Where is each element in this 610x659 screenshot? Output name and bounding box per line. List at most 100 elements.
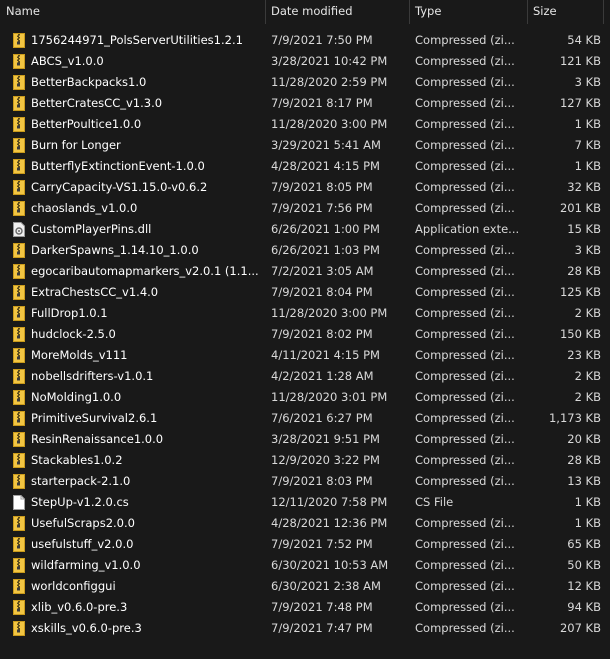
zip-folder-icon <box>13 579 25 594</box>
file-row[interactable]: usefulstuff_v2.0.0 7/9/2021 7:52 PM Compre… <box>0 534 610 555</box>
file-name: PrimitiveSurvival2.6.1 <box>31 411 158 425</box>
file-row[interactable]: FullDrop1.0.1 11/28/2020 3:00 PM Compresse… <box>0 303 610 324</box>
file-name: worldconfiggui <box>31 579 116 593</box>
file-size: 50 KB <box>567 558 601 572</box>
file-list: 1756244971_PolsServerUtilities1.2.1 7/9/2… <box>0 30 610 639</box>
file-row[interactable]: DarkerSpawns_1.14.10_1.0.0 6/26/2021 1:03… <box>0 240 610 261</box>
zip-folder-icon <box>13 138 25 153</box>
zip-folder-icon <box>13 432 25 447</box>
file-row[interactable]: nobellsdrifters-v1.0.1 4/2/2021 1:28 AM Co… <box>0 366 610 387</box>
column-header-bar: Name Date modified Type Size <box>0 0 610 24</box>
file-row[interactable]: StepUp-v1.2.0.cs 12/11/2020 7:58 PM CS Fil… <box>0 492 610 513</box>
file-name: Burn for Longer <box>31 138 121 152</box>
zip-folder-icon <box>13 285 25 300</box>
zip-folder-icon <box>13 474 25 489</box>
file-date-modified: 7/9/2021 8:04 PM <box>271 285 373 299</box>
file-type: Compressed (zi... <box>415 327 515 341</box>
file-type: Compressed (zi... <box>415 138 515 152</box>
file-size: 207 KB <box>559 621 601 635</box>
file-name: chaoslands_v1.0.0 <box>31 201 138 215</box>
file-row[interactable]: egocaribautomapmarkers_v2.0.1 (1.1... 7/2… <box>0 261 610 282</box>
file-name: BetterBackpacks1.0 <box>31 75 147 89</box>
file-size: 13 KB <box>567 474 601 488</box>
file-row[interactable]: Stackables1.0.2 12/9/2020 3:22 PM Compress… <box>0 450 610 471</box>
file-row[interactable]: starterpack-2.1.0 7/9/2021 8:03 PM Compres… <box>0 471 610 492</box>
file-type: Compressed (zi... <box>415 54 515 68</box>
zip-folder-icon <box>13 516 25 531</box>
file-size: 2 KB <box>574 306 601 320</box>
file-type: Compressed (zi... <box>415 348 515 362</box>
file-date-modified: 4/2/2021 1:28 AM <box>271 369 374 383</box>
file-date-modified: 7/9/2021 7:52 PM <box>271 537 373 551</box>
file-row[interactable]: BetterBackpacks1.0 11/28/2020 2:59 PM Comp… <box>0 72 610 93</box>
file-type: Compressed (zi... <box>415 579 515 593</box>
file-date-modified: 4/28/2021 4:15 PM <box>271 159 380 173</box>
file-row[interactable]: ABCS_v1.0.0 3/28/2021 10:42 PM Compressed … <box>0 51 610 72</box>
file-row[interactable]: wildfarming_v1.0.0 6/30/2021 10:53 AM Comp… <box>0 555 610 576</box>
zip-folder-icon <box>13 96 25 111</box>
file-date-modified: 6/30/2021 2:38 AM <box>271 579 381 593</box>
file-type: Compressed (zi... <box>415 159 515 173</box>
zip-folder-icon <box>13 159 25 174</box>
file-name: ButterflyExtinctionEvent-1.0.0 <box>31 159 205 173</box>
file-row[interactable]: ResinRenaissance1.0.0 3/28/2021 9:51 PM Co… <box>0 429 610 450</box>
column-header-date-modified[interactable]: Date modified <box>265 0 409 24</box>
file-row[interactable]: Burn for Longer 3/29/2021 5:41 AM Compress… <box>0 135 610 156</box>
file-row[interactable]: MoreMolds_v111 4/11/2021 4:15 PM Compresse… <box>0 345 610 366</box>
file-row[interactable]: UsefulScraps2.0.0 4/28/2021 12:36 PM Compr… <box>0 513 610 534</box>
file-type: Compressed (zi... <box>415 180 515 194</box>
zip-folder-icon <box>13 306 25 321</box>
file-row[interactable]: NoMolding1.0.0 11/28/2020 3:01 PM Compress… <box>0 387 610 408</box>
file-date-modified: 4/28/2021 12:36 PM <box>271 516 388 530</box>
file-row[interactable]: hudclock-2.5.0 7/9/2021 8:02 PM Compressed… <box>0 324 610 345</box>
column-header-size[interactable]: Size <box>527 0 603 24</box>
file-name: ResinRenaissance1.0.0 <box>31 432 164 446</box>
zip-folder-icon <box>13 453 25 468</box>
file-name: ABCS_v1.0.0 <box>31 54 104 68</box>
file-date-modified: 7/9/2021 8:03 PM <box>271 474 373 488</box>
file-size: 2 KB <box>574 369 601 383</box>
file-row[interactable]: worldconfiggui 6/30/2021 2:38 AM Compresse… <box>0 576 610 597</box>
zip-folder-icon <box>13 75 25 90</box>
column-header-name[interactable]: Name <box>0 0 265 24</box>
file-row[interactable]: CarryCapacity-VS1.15.0-v0.6.2 7/9/2021 8:… <box>0 177 610 198</box>
file-name: FullDrop1.0.1 <box>31 306 108 320</box>
file-type: Compressed (zi... <box>415 474 515 488</box>
file-name: egocaribautomapmarkers_v2.0.1 (1.1... <box>31 264 259 278</box>
file-name: MoreMolds_v111 <box>31 348 128 362</box>
file-name: UsefulScraps2.0.0 <box>31 516 135 530</box>
file-size: 150 KB <box>559 327 601 341</box>
file-row[interactable]: xlib_v0.6.0-pre.3 7/9/2021 7:48 PM Compres… <box>0 597 610 618</box>
file-name: hudclock-2.5.0 <box>31 327 116 341</box>
file-size: 15 KB <box>567 222 601 236</box>
file-type: Compressed (zi... <box>415 306 515 320</box>
cs-file-icon <box>13 495 25 510</box>
file-type: Compressed (zi... <box>415 453 515 467</box>
file-size: 32 KB <box>567 180 601 194</box>
file-row[interactable]: BetterPoultice1.0.0 11/28/2020 3:00 PM Com… <box>0 114 610 135</box>
file-date-modified: 7/9/2021 7:56 PM <box>271 201 373 215</box>
file-row[interactable]: ExtraChestsCC_v1.4.0 7/9/2021 8:04 PM Comp… <box>0 282 610 303</box>
zip-folder-icon <box>13 390 25 405</box>
file-row[interactable]: CustomPlayerPins.dll 6/26/2021 1:00 PM App… <box>0 219 610 240</box>
file-row[interactable]: ButterflyExtinctionEvent-1.0.0 4/28/2021 … <box>0 156 610 177</box>
file-date-modified: 3/28/2021 10:42 PM <box>271 54 388 68</box>
file-name: ExtraChestsCC_v1.4.0 <box>31 285 159 299</box>
file-row[interactable]: PrimitiveSurvival2.6.1 7/6/2021 6:27 PM Co… <box>0 408 610 429</box>
column-header-type[interactable]: Type <box>409 0 527 24</box>
file-size: 121 KB <box>559 54 601 68</box>
zip-folder-icon <box>13 117 25 132</box>
file-row[interactable]: xskills_v0.6.0-pre.3 7/9/2021 7:47 PM Comp… <box>0 618 610 639</box>
file-row[interactable]: 1756244971_PolsServerUtilities1.2.1 7/9/2… <box>0 30 610 51</box>
file-type: Compressed (zi... <box>415 411 515 425</box>
file-row[interactable]: BetterCratesCC_v1.3.0 7/9/2021 8:17 PM Com… <box>0 93 610 114</box>
file-row[interactable]: chaoslands_v1.0.0 7/9/2021 7:56 PM Compres… <box>0 198 610 219</box>
file-date-modified: 4/11/2021 4:15 PM <box>271 348 380 362</box>
file-name: CarryCapacity-VS1.15.0-v0.6.2 <box>31 180 208 194</box>
file-date-modified: 11/28/2020 3:00 PM <box>271 306 388 320</box>
file-type: Compressed (zi... <box>415 117 515 131</box>
zip-folder-icon <box>13 348 25 363</box>
zip-folder-icon <box>13 201 25 216</box>
file-name: DarkerSpawns_1.14.10_1.0.0 <box>31 243 199 257</box>
column-divider[interactable] <box>603 0 604 24</box>
